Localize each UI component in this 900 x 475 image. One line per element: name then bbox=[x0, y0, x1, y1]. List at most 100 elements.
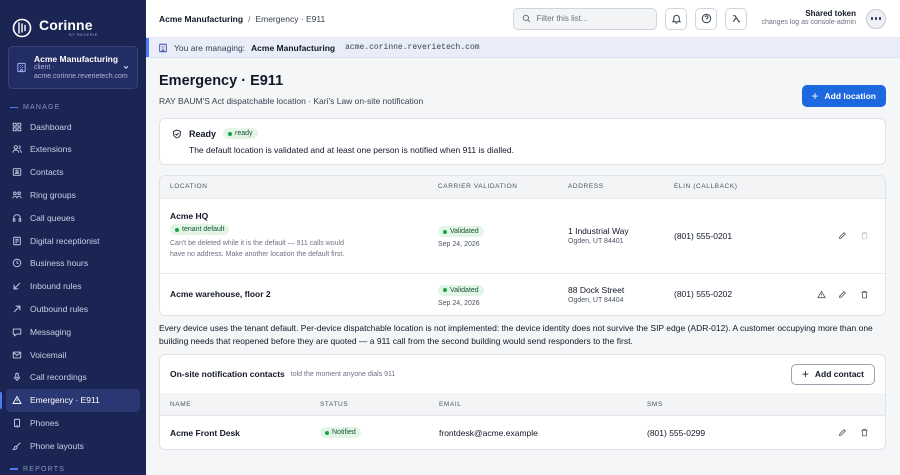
column-header-actions bbox=[799, 176, 885, 199]
validation-badge: Validated bbox=[438, 284, 484, 296]
delete-button[interactable] bbox=[857, 287, 871, 301]
sidebar-item-digital-receptionist[interactable]: Digital receptionist bbox=[0, 229, 146, 252]
help-button[interactable] bbox=[695, 7, 718, 30]
sidebar-item-call-queues[interactable]: Call queues bbox=[0, 206, 146, 229]
brand-by: BY REVERIE bbox=[69, 32, 98, 38]
users-icon bbox=[12, 145, 22, 154]
more-dot bbox=[878, 17, 881, 20]
sidebar-item-label: Ring groups bbox=[30, 190, 76, 201]
sidebar-item-label: Business hours bbox=[30, 258, 89, 269]
brand[interactable]: Corinne BY REVERIE bbox=[0, 0, 146, 41]
sidebar-item-business-hours[interactable]: Business hours bbox=[0, 252, 146, 275]
sidebar-item-call-recordings[interactable]: Call recordings bbox=[0, 366, 146, 389]
sidebar-item-dashboard[interactable]: Dashboard bbox=[0, 115, 146, 138]
status-dot bbox=[175, 227, 179, 232]
contacts-title: On-site notification contacts bbox=[170, 369, 285, 380]
alert-triangle-icon bbox=[816, 290, 826, 298]
delete-button[interactable] bbox=[857, 426, 871, 440]
sidebar-item-messaging[interactable]: Messaging bbox=[0, 320, 146, 343]
sidebar-item-phone-layouts[interactable]: Phone layouts bbox=[0, 434, 146, 457]
delete-button-disabled bbox=[857, 229, 871, 243]
voicemail-icon bbox=[12, 351, 22, 359]
main-area: Acme Manufacturing / Emergency · E911 Fi… bbox=[146, 0, 900, 475]
clock-icon bbox=[12, 259, 22, 268]
status-dot bbox=[325, 430, 329, 435]
sidebar-item-voicemail[interactable]: Voicemail bbox=[0, 343, 146, 366]
validation-date: Sep 24, 2026 bbox=[438, 241, 480, 248]
sidebar-item-contacts[interactable]: Contacts bbox=[0, 161, 146, 184]
bell-icon bbox=[671, 14, 682, 24]
edit-button[interactable] bbox=[836, 426, 850, 440]
add-contact-button[interactable]: + Add contact bbox=[790, 363, 875, 385]
token-info: Shared token changes log as console-admi… bbox=[761, 9, 856, 28]
column-header: NAME bbox=[160, 393, 310, 416]
status-dot bbox=[443, 229, 447, 234]
sidebar-item-inbound-rules[interactable]: Inbound rules bbox=[0, 275, 146, 298]
breadcrumb-tenant[interactable]: Acme Manufacturing bbox=[159, 14, 243, 24]
readiness-card: Ready ready The default location is vali… bbox=[159, 118, 886, 165]
building-icon bbox=[17, 62, 26, 73]
filter-box[interactable] bbox=[513, 7, 658, 30]
arrow-up-right-icon bbox=[13, 305, 21, 313]
nav-section-manage: MANAGE bbox=[0, 102, 146, 114]
contact-card-icon bbox=[12, 168, 22, 177]
breadcrumb-current: Emergency · E911 bbox=[255, 13, 326, 24]
table-header: LOCATION CARRIER VALIDATION ADDRESS ELIN… bbox=[160, 176, 885, 199]
add-location-button[interactable]: + Add location bbox=[801, 85, 886, 107]
trash-icon bbox=[861, 232, 867, 240]
more-dot bbox=[871, 17, 874, 20]
address-line-1: 88 Dock Street bbox=[568, 284, 625, 295]
address-line-1: 1 Industrial Way bbox=[568, 226, 629, 236]
theme-toggle-button[interactable] bbox=[725, 7, 748, 30]
breadcrumb: Acme Manufacturing / Emergency · E911 bbox=[159, 14, 325, 24]
sidebar-item-emergency-e911[interactable]: Emergency · E911 bbox=[0, 388, 140, 412]
column-header: EMAIL bbox=[429, 393, 637, 416]
column-header-actions bbox=[815, 393, 885, 416]
contact-sms: (801) 555-0299 bbox=[647, 427, 706, 438]
managing-prefix: You are managing: bbox=[174, 42, 246, 53]
edit-button[interactable] bbox=[836, 287, 850, 301]
sidebar-item-outbound-rules[interactable]: Outbound rules bbox=[0, 298, 146, 321]
sidebar-item-extensions[interactable]: Extensions bbox=[0, 138, 146, 161]
sidebar-item-label: Voicemail bbox=[30, 349, 67, 360]
plus-icon: + bbox=[811, 89, 819, 103]
sidebar-item-label: Outbound rules bbox=[30, 304, 89, 315]
headset-icon bbox=[12, 214, 22, 222]
column-header: STATUS bbox=[310, 393, 429, 416]
tenant-switcher[interactable]: Acme Manufacturing client · acme.corinne… bbox=[8, 46, 138, 89]
managing-host: acme.corinne.reverietech.com bbox=[345, 43, 480, 52]
ready-description: The default location is validated and at… bbox=[189, 145, 514, 155]
sidebar-nav: Dashboard Extensions Contacts Ring group… bbox=[0, 115, 146, 457]
microphone-icon bbox=[13, 373, 21, 382]
page-title: Emergency · E911 bbox=[159, 73, 284, 89]
more-options-button[interactable] bbox=[866, 8, 886, 29]
sidebar-item-label: Phone layouts bbox=[30, 440, 84, 451]
sidebar-item-label: Digital receptionist bbox=[30, 235, 100, 246]
page-subtitle: RAY BAUM'S Act dispatchable location · K… bbox=[159, 95, 424, 106]
tenant-host: acme.corinne.reverietech.com bbox=[34, 72, 128, 80]
help-circle-icon bbox=[701, 13, 712, 24]
pencil-icon bbox=[839, 429, 847, 437]
managing-tenant: Acme Manufacturing bbox=[251, 42, 336, 53]
filter-input[interactable] bbox=[536, 14, 647, 23]
corinne-logo-icon bbox=[12, 18, 32, 38]
sidebar-item-phones[interactable]: Phones bbox=[0, 412, 146, 435]
make-default-button[interactable] bbox=[814, 287, 828, 301]
sidebar-item-label: Contacts bbox=[30, 167, 64, 178]
pencil-icon bbox=[839, 290, 847, 298]
status-dot bbox=[228, 131, 233, 136]
address-line-2: Ogden, UT 84404 bbox=[568, 296, 624, 304]
notifications-button[interactable] bbox=[665, 7, 688, 30]
building-icon bbox=[159, 43, 167, 52]
ring-group-icon bbox=[12, 191, 22, 199]
phone-icon bbox=[14, 418, 20, 428]
sidebar: Corinne BY REVERIE Acme Manufacturing cl… bbox=[0, 0, 146, 475]
grid-icon bbox=[12, 122, 22, 131]
location-name: Acme HQ bbox=[170, 211, 209, 222]
edit-button[interactable] bbox=[836, 229, 850, 243]
sidebar-item-label: Dashboard bbox=[30, 121, 72, 132]
arrow-down-left-icon bbox=[13, 282, 21, 290]
chevron-down-icon bbox=[123, 66, 129, 70]
sidebar-item-ring-groups[interactable]: Ring groups bbox=[0, 184, 146, 207]
search-icon bbox=[523, 14, 531, 23]
